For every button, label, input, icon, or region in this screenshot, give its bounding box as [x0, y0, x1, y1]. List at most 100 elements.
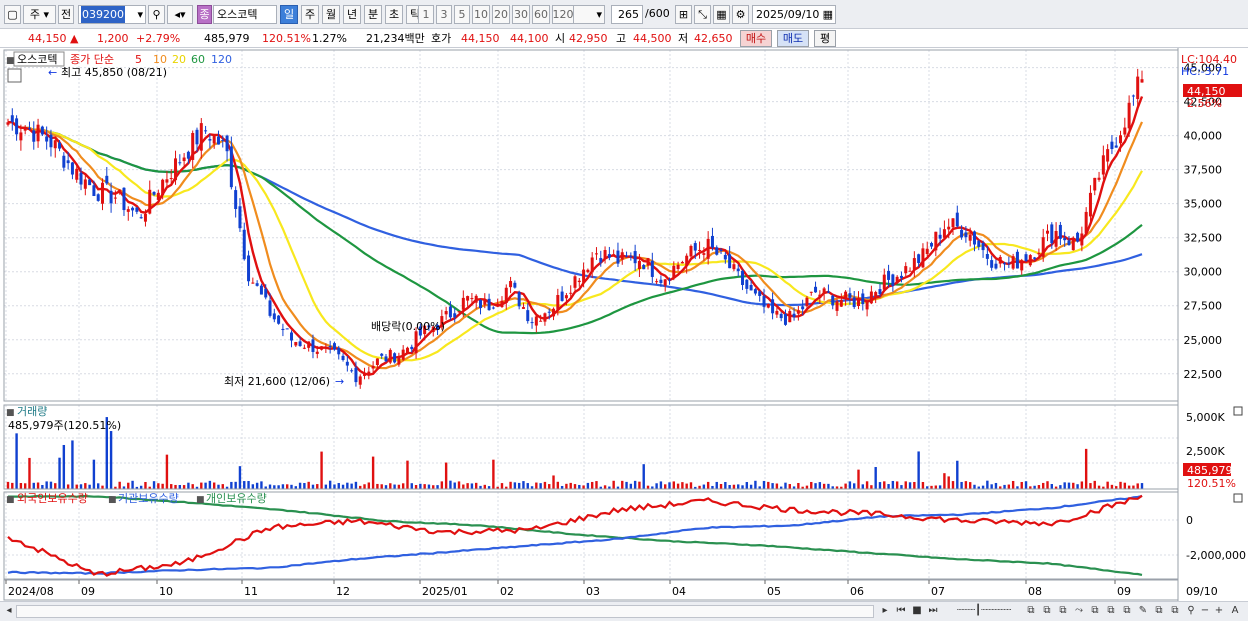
layout-icon-5[interactable]: ⧉	[1104, 604, 1118, 619]
candle-body	[178, 162, 182, 164]
foreign-line	[7, 494, 1143, 577]
gear-icon[interactable]: ⚙	[732, 5, 749, 24]
layout-icon-7[interactable]: ⧉	[1152, 604, 1166, 619]
interval-button-2[interactable]: 5	[454, 5, 470, 24]
candle-icon[interactable]: ⊞	[675, 5, 692, 24]
candle-body	[702, 253, 706, 255]
prev-button[interactable]: 전	[58, 5, 74, 24]
stock-name-field[interactable]: 오스코텍	[213, 5, 277, 24]
layout-icon-6[interactable]: ⧉	[1120, 604, 1134, 619]
interval-button-3[interactable]: 10	[472, 5, 490, 24]
rewind-icon[interactable]: ⏮	[894, 604, 908, 619]
candle-body	[324, 346, 328, 348]
candle-body	[113, 197, 117, 199]
interval-dropdown[interactable]: ▾	[573, 5, 605, 24]
zoom-out-icon[interactable]: −	[1199, 604, 1211, 619]
table-icon[interactable]	[7, 68, 22, 83]
volume-bar	[1080, 481, 1084, 489]
buy-button[interactable]: 매수	[740, 30, 772, 47]
grid-icon[interactable]: ▦	[713, 5, 730, 24]
volume-title: 거래량	[17, 405, 47, 418]
volume-bar	[1127, 485, 1131, 489]
volume-bar	[672, 481, 675, 489]
period-tab-0[interactable]: 일	[280, 5, 298, 24]
candle-body	[126, 209, 130, 212]
price-tick: 25,000	[1184, 334, 1223, 347]
candle-body	[1140, 79, 1144, 83]
eval-button[interactable]: 평	[814, 30, 836, 47]
period-tab-1[interactable]: 주	[301, 5, 319, 24]
candle-body	[599, 258, 603, 263]
candle-body	[384, 356, 388, 362]
candle-body	[925, 248, 929, 255]
mode-select[interactable]: 주 ▾	[23, 5, 56, 24]
trend-icon[interactable]: ⤳	[1072, 604, 1086, 619]
volume-bar	[475, 482, 478, 489]
period-tab-5[interactable]: 초	[385, 5, 403, 24]
draw-icon[interactable]: ✎	[1136, 604, 1150, 619]
layout-icon-2[interactable]: ⧉	[1040, 604, 1054, 619]
candle-body	[307, 341, 311, 348]
crosshair-icon[interactable]: ⤡	[694, 5, 711, 24]
layout-icon-1[interactable]: ⧉	[1024, 604, 1038, 619]
layout-icon-8[interactable]: ⧉	[1168, 604, 1182, 619]
count-input[interactable]: 265	[611, 5, 643, 24]
period-tab-2[interactable]: 월	[322, 5, 340, 24]
candle-body	[663, 279, 667, 286]
sell-button[interactable]: 매도	[777, 30, 809, 47]
stock-code-input[interactable]: 039200 ▾	[78, 5, 146, 24]
window-icon[interactable]: ▢	[4, 5, 21, 24]
font-size-icon[interactable]: A	[1228, 604, 1242, 619]
stock-chart[interactable]: 오스코텍 ■ 종가 단순 5 10 20 60 120 ← 최고 45,850 …	[0, 48, 1248, 603]
volume-bar	[303, 483, 306, 489]
zoom-slider[interactable]: ┈┈┈┃┈┈┈┈┈	[946, 604, 1022, 619]
volume-last-pct: 120.51%	[1187, 477, 1236, 490]
volume-bar	[762, 480, 766, 489]
interval-button-4[interactable]: 20	[492, 5, 510, 24]
interval-button-0[interactable]: 1	[418, 5, 434, 24]
volume-bar	[595, 481, 598, 489]
volume-bar	[917, 451, 920, 489]
volume-bar	[956, 460, 959, 489]
candle-body	[689, 246, 693, 257]
ma5-line	[7, 96, 1144, 377]
volume-bar	[436, 485, 439, 489]
candle-body	[805, 297, 809, 307]
candle-body	[998, 256, 1002, 264]
stop-icon[interactable]: ■	[910, 604, 924, 619]
volume-bar	[371, 456, 375, 489]
period-tab-3[interactable]: 년	[343, 5, 361, 24]
layout-icon-3[interactable]: ⧉	[1056, 604, 1070, 619]
count-max: /600	[645, 7, 670, 20]
interval-button-6[interactable]: 60	[532, 5, 550, 24]
interval-button-1[interactable]: 3	[436, 5, 452, 24]
scroll-right-icon[interactable]: ▸	[878, 604, 892, 619]
candle-body	[414, 331, 418, 354]
candle-body	[530, 322, 534, 324]
scroll-track[interactable]	[16, 605, 874, 618]
period-tab-4[interactable]: 분	[364, 5, 382, 24]
date-input[interactable]: 2025/09/10 ▦	[752, 5, 836, 24]
volume-bar	[921, 482, 925, 489]
candle-body	[19, 132, 23, 141]
candle-body	[444, 311, 448, 315]
zoom-in-icon[interactable]: +	[1213, 604, 1225, 619]
interval-button-7[interactable]: 120	[552, 5, 574, 24]
speaker-icon[interactable]: ◂▾	[167, 5, 193, 24]
volume-bar	[28, 457, 31, 489]
candle-body	[1011, 256, 1015, 269]
candle-body	[633, 251, 637, 264]
volume-close-icon[interactable]	[1233, 406, 1243, 416]
candle-body	[199, 123, 203, 151]
search-icon[interactable]: ⚲	[148, 5, 165, 24]
forward-icon[interactable]: ⏭	[926, 604, 940, 619]
interval-button-5[interactable]: 30	[512, 5, 530, 24]
candle-body	[818, 294, 822, 299]
volume-bar	[1106, 481, 1109, 489]
zoom-icon[interactable]: ⚲	[1184, 604, 1198, 619]
volume-bar	[582, 485, 585, 489]
layout-icon-4[interactable]: ⧉	[1088, 604, 1102, 619]
holding-close-icon[interactable]	[1233, 493, 1243, 503]
scroll-left-icon[interactable]: ◂	[3, 604, 15, 619]
volume-bar	[397, 484, 401, 489]
